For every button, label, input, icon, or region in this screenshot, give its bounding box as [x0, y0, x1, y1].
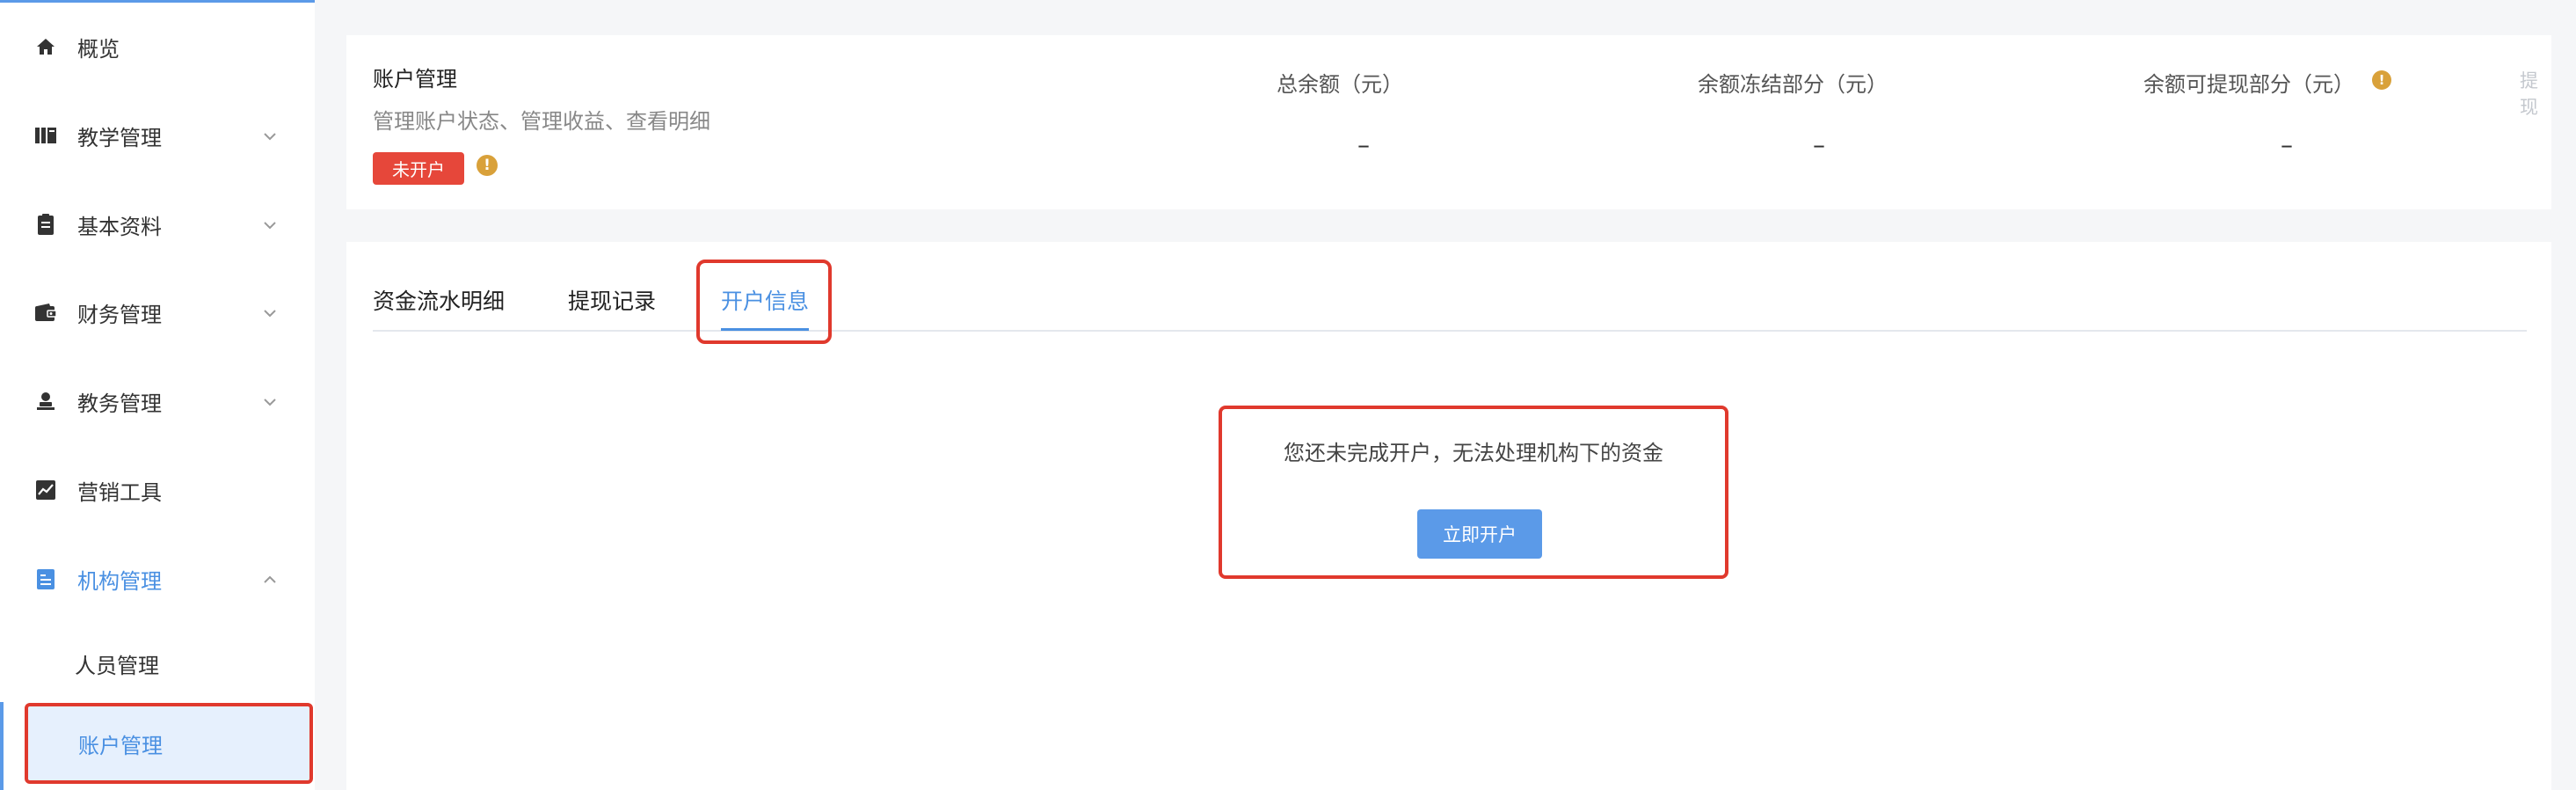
sidebar-item-label: 概览 [77, 36, 120, 62]
stat-total-balance-label: 总余额（元） [1277, 72, 1403, 97]
clipboard-icon [33, 212, 58, 237]
open-account-button[interactable]: 立即开户 [1417, 509, 1542, 559]
stat-total-balance-value: – [1357, 130, 1370, 159]
sidebar-item-label: 营销工具 [77, 479, 162, 505]
warning-icon[interactable]: ! [477, 155, 498, 176]
info-warning-icon[interactable]: ! [2372, 70, 2391, 90]
chevron-up-icon [264, 575, 276, 583]
sidebar-item-label: 财务管理 [77, 302, 162, 327]
account-details-card: 资金流水明细 提现记录 开户信息 您还未完成开户，无法处理机构下的资金 立即开户 [346, 242, 2551, 790]
empty-state: 您还未完成开户，无法处理机构下的资金 立即开户 [1219, 406, 1728, 579]
sidebar-item-overview[interactable]: 概览 [0, 20, 315, 73]
sidebar-item-finance[interactable]: 财务管理 [0, 286, 315, 339]
chevron-down-icon [264, 222, 276, 230]
chevron-down-icon [264, 310, 276, 318]
active-indicator-bar [0, 702, 4, 790]
sidebar-item-basic-info[interactable]: 基本资料 [0, 198, 315, 251]
sidebar-subitem-label: 账户管理 [78, 733, 163, 758]
withdraw-link[interactable]: 提现 [2520, 67, 2551, 120]
sidebar-item-teaching[interactable]: 教学管理 [0, 109, 315, 162]
book-icon [33, 123, 58, 148]
stat-frozen-balance-label: 余额冻结部分（元） [1698, 72, 1888, 97]
tab-withdraw-records[interactable]: 提现记录 [568, 284, 656, 316]
building-doc-icon [33, 567, 58, 591]
sidebar-item-label: 教学管理 [77, 125, 162, 150]
chart-icon [33, 478, 58, 502]
sidebar-subitem-staff[interactable]: 人员管理 [0, 636, 315, 691]
sidebar: 概览 教学管理 基本资料 财务管理 教务管理 营销工具 机构管理 人员管理 账户… [0, 0, 315, 790]
empty-state-message: 您还未完成开户，无法处理机构下的资金 [1284, 441, 1663, 465]
sidebar-subitem-account[interactable]: 账户管理 [25, 703, 313, 784]
tab-highlight-box [696, 260, 832, 344]
sidebar-item-label: 基本资料 [77, 214, 162, 239]
stat-frozen-balance-value: – [1813, 130, 1825, 159]
sidebar-top-accent [0, 0, 315, 3]
status-badge: 未开户 [373, 152, 464, 185]
wallet-icon [33, 300, 58, 325]
tab-fund-flow[interactable]: 资金流水明细 [373, 284, 505, 316]
page-subtitle: 管理账户状态、管理收益、查看明细 [373, 109, 710, 134]
sidebar-subitem-label: 人员管理 [75, 653, 159, 678]
main-content: 账户管理 管理账户状态、管理收益、查看明细 未开户 ! 总余额（元） – 余额冻… [315, 0, 2576, 790]
user-stamp-icon [33, 389, 58, 413]
stat-withdrawable-balance-label: 余额可提现部分（元） [2143, 72, 2354, 97]
page-title: 账户管理 [373, 67, 457, 91]
sidebar-item-label: 机构管理 [77, 568, 162, 594]
sidebar-item-academic[interactable]: 教务管理 [0, 375, 315, 428]
chevron-down-icon [264, 133, 276, 141]
sidebar-item-marketing[interactable]: 营销工具 [0, 464, 315, 516]
chevron-down-icon [264, 399, 276, 406]
account-summary-card: 账户管理 管理账户状态、管理收益、查看明细 未开户 ! 总余额（元） – 余额冻… [346, 35, 2551, 209]
stat-withdrawable-balance-value: – [2281, 130, 2293, 159]
sidebar-item-label: 教务管理 [77, 391, 162, 416]
home-icon [33, 34, 58, 59]
sidebar-item-institution[interactable]: 机构管理 [0, 552, 315, 605]
